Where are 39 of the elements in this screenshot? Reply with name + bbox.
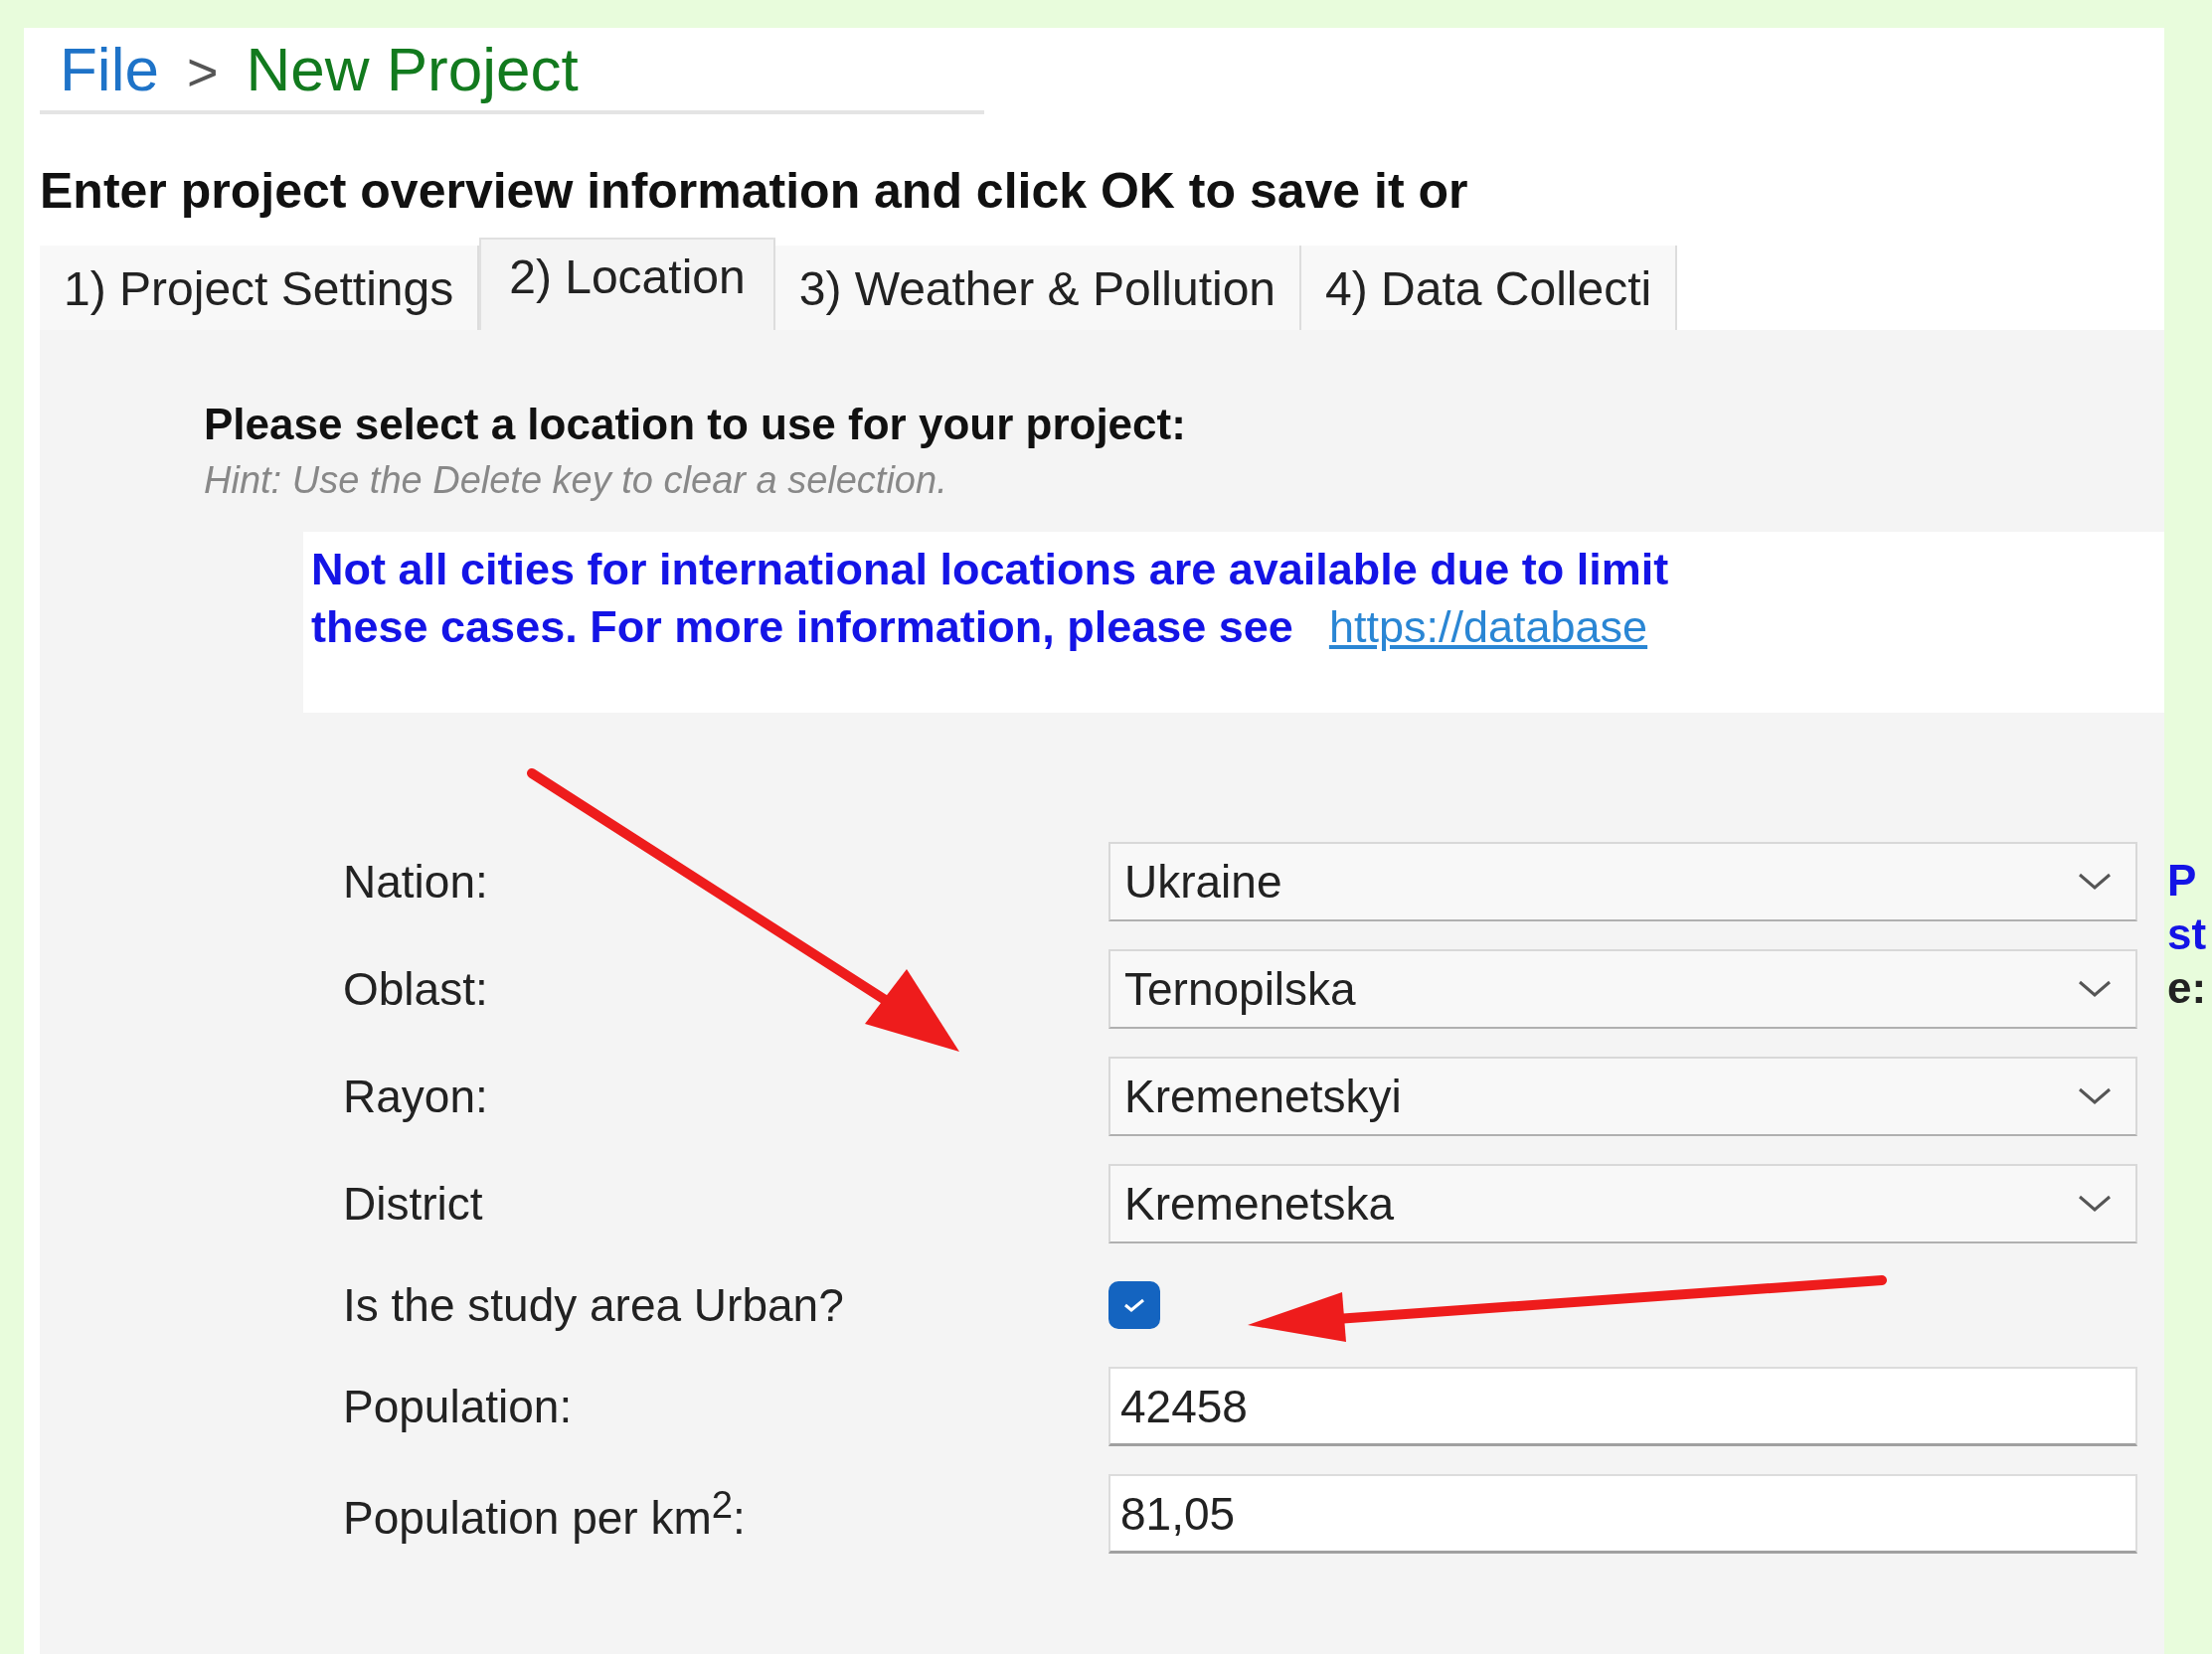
breadcrumb-separator: > <box>186 41 219 102</box>
notice-text: Not all cities for international locations are available due to limit <box>311 544 1669 595</box>
chevron-down-icon <box>2078 1195 2112 1213</box>
dropdown[interactable]: Ternopilska <box>1108 949 2137 1029</box>
notice-text: these cases. For more information, please see <box>311 601 1293 653</box>
tab[interactable]: 4) Data Collecti <box>1301 246 1678 330</box>
field-label: Population per km$^{2}$: <box>343 1482 747 1546</box>
input-field[interactable]: 42458 <box>1108 1367 2137 1446</box>
tab[interactable]: 3) Weather & Pollution <box>774 246 1302 330</box>
dropdown[interactable]: Kremenetska <box>1108 1164 2137 1243</box>
dropdown-value: Ternopilska <box>1124 962 1356 1016</box>
dropdown[interactable]: Kremenetskyi <box>1108 1057 2137 1136</box>
dropdown-value: Ukraine <box>1124 855 1282 909</box>
chevron-down-icon <box>2078 873 2112 891</box>
checkmark-icon <box>1122 1297 1146 1313</box>
checkbox[interactable] <box>1108 1281 1160 1329</box>
dropdown[interactable]: Ukraine <box>1108 842 2137 921</box>
hint-text: Hint: Use the Delete key to clear a selection. <box>204 459 948 502</box>
chevron-down-icon <box>2078 1087 2112 1105</box>
field-label: Nation: <box>343 855 489 909</box>
side-note-text: st <box>2167 910 2207 959</box>
section-title: Please select a location to use for your project: <box>204 400 1187 449</box>
notice-link[interactable]: https://database <box>1328 601 1648 653</box>
field-label: Rayon: <box>343 1070 489 1123</box>
field-label: Population: <box>343 1380 574 1433</box>
side-note-text: P <box>2167 856 2198 906</box>
field-label: Oblast: <box>343 962 489 1016</box>
dropdown-value: Kremenetskyi <box>1124 1070 1402 1123</box>
field-label: District <box>343 1177 484 1231</box>
input-field[interactable]: 81,05 <box>1108 1474 2137 1554</box>
dropdown-value: Kremenetska <box>1124 1177 1394 1231</box>
instruction-text: Enter project overview information and click OK to save it or <box>40 162 1469 220</box>
breadcrumb-current: New Project <box>246 34 579 104</box>
side-note-text: e: <box>2167 963 2207 1013</box>
field-label: Is the study area Urban? <box>343 1278 845 1332</box>
breadcrumb-link[interactable]: File <box>60 34 159 104</box>
tab[interactable]: 2) Location <box>479 238 775 330</box>
tab[interactable]: 1) Project Settings <box>40 246 480 330</box>
chevron-down-icon <box>2078 980 2112 998</box>
